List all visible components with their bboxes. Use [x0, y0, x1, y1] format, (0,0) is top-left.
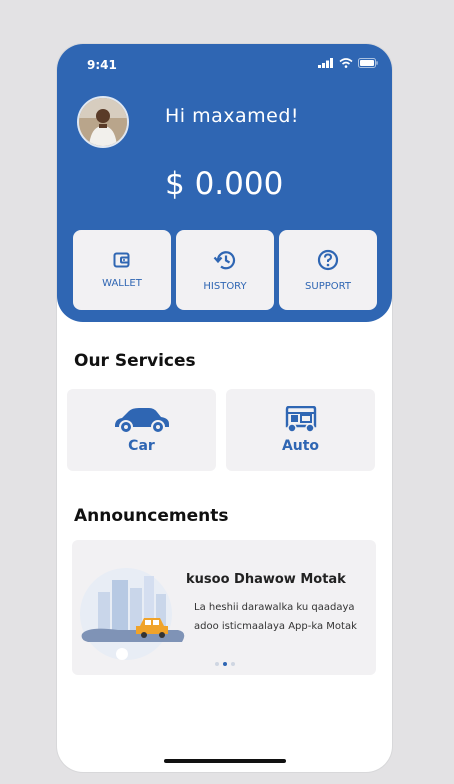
services-heading: Our Services — [74, 351, 196, 371]
avatar[interactable] — [77, 96, 129, 148]
history-icon — [213, 250, 236, 269]
quick-actions: WALLET HISTORY SUPPORT — [73, 230, 377, 310]
signal-icon — [318, 58, 333, 68]
carousel-dots[interactable] — [215, 662, 235, 666]
support-icon — [317, 249, 339, 270]
support-label: SUPPORT — [305, 280, 351, 292]
balance-amount: $ 0.000 — [165, 166, 284, 202]
support-button[interactable]: SUPPORT — [279, 230, 377, 310]
wallet-label: WALLET — [102, 277, 142, 289]
announcement-body: La heshii darawalka ku qaadaya adoo isti… — [194, 602, 357, 632]
service-auto[interactable]: Auto — [226, 389, 375, 471]
status-icons — [318, 58, 378, 68]
wallet-icon — [113, 252, 130, 267]
greeting-text: Hi maxamed! — [165, 105, 300, 127]
wifi-icon — [339, 58, 353, 68]
home-indicator[interactable] — [164, 759, 286, 763]
car-label: Car — [128, 438, 155, 454]
car-icon — [114, 408, 169, 434]
phone-screen: 9:41 Hi maxamed! $ 0.000 WALLET HISTORY … — [57, 44, 392, 772]
carousel-dot[interactable] — [215, 662, 219, 666]
header-panel: 9:41 Hi maxamed! $ 0.000 WALLET HISTORY … — [57, 44, 392, 322]
carousel-dot[interactable] — [231, 662, 235, 666]
auto-rickshaw-icon — [285, 406, 316, 433]
status-time: 9:41 — [87, 58, 117, 72]
city-taxi-illustration — [80, 568, 185, 660]
announcement-title: kusoo Dhawow Motak — [186, 572, 346, 587]
battery-icon — [358, 58, 378, 68]
user-photo-icon — [79, 98, 127, 146]
auto-label: Auto — [281, 438, 320, 454]
wallet-button[interactable]: WALLET — [73, 230, 171, 310]
history-label: HISTORY — [203, 280, 247, 292]
announcements-heading: Announcements — [74, 506, 229, 526]
history-button[interactable]: HISTORY — [176, 230, 274, 310]
announcement-card[interactable]: kusoo Dhawow Motak La heshii darawalka k… — [72, 540, 376, 675]
carousel-dot-active[interactable] — [223, 662, 227, 666]
service-car[interactable]: Car — [67, 389, 216, 471]
